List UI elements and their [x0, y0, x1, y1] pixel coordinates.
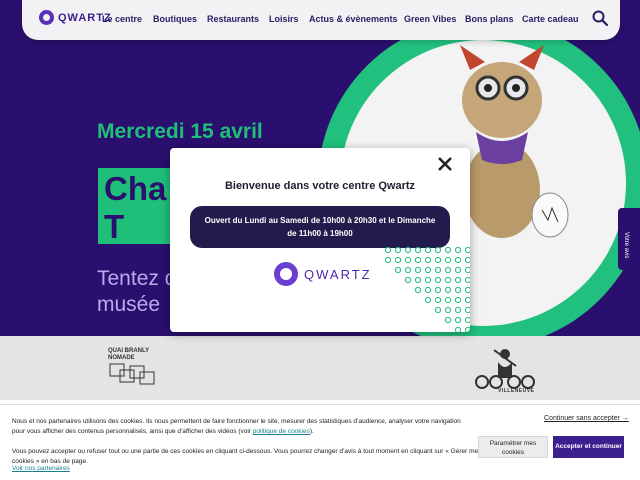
partners-link[interactable]: Voir nos partenaires — [12, 465, 70, 472]
nav-item-le-centre[interactable]: Le centre — [102, 14, 142, 24]
nav-item-bons-plans[interactable]: Bons plans — [465, 14, 514, 24]
nav-item-carte-cadeau[interactable]: Carte cadeau — [522, 14, 579, 24]
quai-branly-logo[interactable]: QUAI BRANLY NOMADE — [108, 348, 158, 395]
qwartz-logo[interactable]: QWARTZ — [39, 10, 112, 25]
cookie-banner: Nous et nos partenaires utilisons des co… — [0, 404, 640, 480]
hero-date: Mercredi 15 avril — [97, 120, 263, 143]
dot-pattern-decoration — [384, 246, 470, 332]
accept-cookies-button[interactable]: Accepter et continuer — [553, 436, 624, 458]
cookie-text-intro: Nous et nos partenaires utilisons des co… — [12, 417, 472, 437]
search-icon[interactable] — [592, 10, 608, 26]
opening-hours: Ouvert du Lundi au Samedi de 10h00 à 20h… — [190, 206, 450, 248]
qwartz-logo-icon — [39, 10, 54, 25]
cookie-text-choices: Vous pouvez accepter ou refuser tout ou … — [12, 448, 482, 465]
nav-item-boutiques[interactable]: Boutiques — [153, 14, 197, 24]
partner-logos: QUAI BRANLY NOMADE VILLENEUVE — [0, 336, 640, 400]
continue-without-accepting-link[interactable]: Continuer sans accepter → — [544, 415, 629, 422]
nav-item-green-vibes[interactable]: Green Vibes — [404, 14, 456, 24]
cookie-policy-link[interactable]: politique de cookies — [253, 428, 310, 435]
modal-qwartz-logo: QWARTZ — [274, 262, 372, 286]
cookie-text-part1: Nous et nos partenaires utilisons des co… — [12, 418, 461, 435]
quai-branly-mark-icon — [109, 363, 155, 385]
cookie-settings-button[interactable]: Paramétrer mes cookies — [478, 436, 548, 458]
top-navigation: QWARTZ Le centre Boutiques Restaurants L… — [22, 0, 620, 40]
nav-item-restaurants[interactable]: Restaurants — [207, 14, 259, 24]
modal-title: Bienvenue dans votre centre Qwartz — [224, 180, 416, 192]
welcome-modal: Bienvenue dans votre centre Qwartz Ouver… — [170, 148, 470, 332]
villeneuve-logo-text: VILLENEUVE — [498, 388, 535, 394]
cookie-text-part2: ). — [309, 428, 314, 435]
close-icon[interactable] — [435, 154, 455, 174]
nav-item-actus[interactable]: Actus & évènements — [309, 14, 398, 24]
modal-logo-text: QWARTZ — [304, 266, 372, 282]
nav-item-loisirs[interactable]: Loisirs — [269, 14, 299, 24]
qwartz-logo-icon — [274, 262, 298, 286]
feedback-tab-label: Votre avis — [623, 232, 629, 259]
feedback-tab[interactable]: Votre avis — [618, 208, 640, 270]
quai-branly-logo-text: QUAI BRANLY NOMADE — [108, 348, 150, 361]
